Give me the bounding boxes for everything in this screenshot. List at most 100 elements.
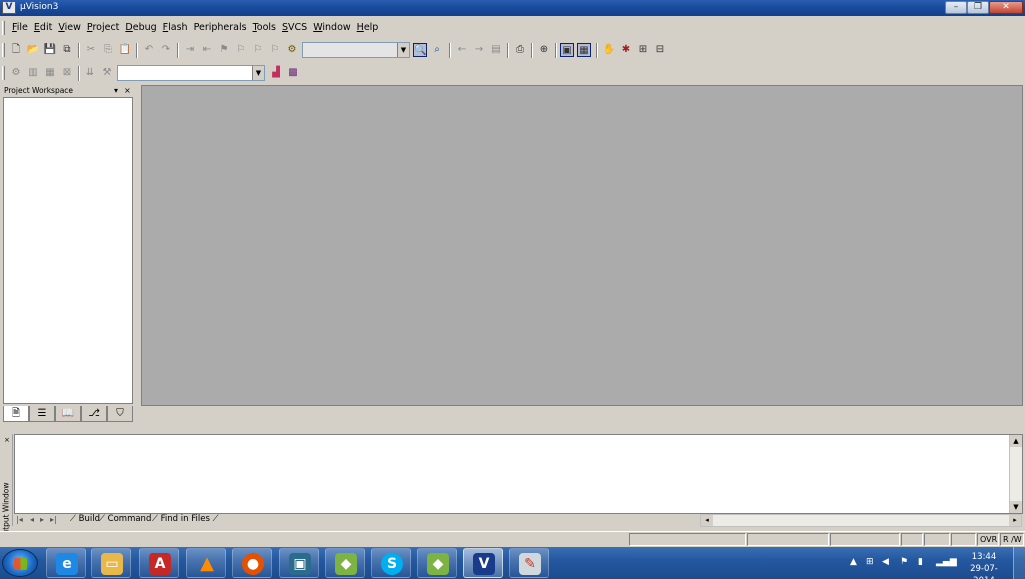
close-button[interactable]: ✕: [989, 1, 1023, 14]
taskbar-firefox[interactable]: ●: [232, 548, 272, 578]
translate-icon[interactable]: ⚙: [9, 66, 23, 80]
bookmark-next-icon[interactable]: ⚐: [251, 43, 265, 57]
taskbar-ie[interactable]: e: [46, 548, 86, 578]
title-bar[interactable]: V µVision3 – ❐ ✕: [0, 0, 1025, 16]
volume-icon[interactable]: ◀: [882, 557, 889, 567]
hand-icon[interactable]: ✋: [602, 43, 616, 57]
clock[interactable]: 13:44 29-07-2014: [960, 551, 1008, 579]
taskbar-bluestacks[interactable]: ◆: [325, 548, 365, 578]
tab-next-icon[interactable]: ▸: [40, 515, 44, 524]
menu-debug[interactable]: Debug: [122, 22, 159, 33]
forward-icon[interactable]: →: [472, 43, 486, 57]
output-pane[interactable]: ▲ ▼: [14, 434, 1023, 514]
components-icon[interactable]: ▟: [269, 66, 283, 80]
taskbar-explorer[interactable]: ▭: [91, 548, 131, 578]
save-icon[interactable]: 💾: [43, 43, 57, 57]
taskbar-skype[interactable]: S: [371, 548, 411, 578]
browse-icon[interactable]: ▤: [489, 43, 503, 57]
scroll-left-icon[interactable]: ◂: [701, 515, 713, 526]
cut-icon[interactable]: ✂: [84, 43, 98, 57]
zoom-icon[interactable]: ⊕: [537, 43, 551, 57]
taskbar-cpu-app[interactable]: ▣: [279, 548, 319, 578]
find-in-files-icon[interactable]: ⚙: [285, 43, 299, 57]
menu-help[interactable]: Help: [354, 22, 382, 33]
file-extensions-icon[interactable]: ▩: [286, 66, 300, 80]
tab-first-icon[interactable]: |◂: [16, 515, 23, 524]
copy-icon[interactable]: ⎘: [101, 43, 115, 57]
tab-command[interactable]: ⟋ Command: [99, 514, 151, 524]
taskbar-paint[interactable]: ✎: [509, 548, 549, 578]
taskbar-bluestacks-2[interactable]: ◆: [417, 548, 457, 578]
back-icon[interactable]: ←: [455, 43, 469, 57]
scroll-right-icon[interactable]: ▸: [1009, 515, 1021, 526]
start-button[interactable]: [2, 549, 38, 577]
files-tab-icon[interactable]: 🗎: [3, 406, 29, 422]
flag-icon[interactable]: ⚑: [900, 557, 908, 567]
bookmark-toggle-icon[interactable]: ⚑: [217, 43, 231, 57]
tray-expand-icon[interactable]: ▲: [850, 557, 857, 567]
new-file-icon[interactable]: 🗋: [9, 43, 23, 57]
tab-build[interactable]: ⟋ Build: [70, 514, 100, 524]
save-all-icon[interactable]: ⧉: [60, 43, 74, 57]
unindent-icon[interactable]: ⇤: [200, 43, 214, 57]
scroll-down-icon[interactable]: ▼: [1010, 501, 1022, 513]
download-icon[interactable]: ⇊: [83, 66, 97, 80]
taskbar-vlc[interactable]: ▲: [186, 548, 226, 578]
find-combo[interactable]: ▼: [302, 42, 410, 58]
scroll-up-icon[interactable]: ▲: [1010, 435, 1022, 447]
output-close-icon[interactable]: ×: [4, 436, 10, 444]
menu-window[interactable]: Window: [310, 22, 353, 33]
signal-icon[interactable]: ▂▄▆: [936, 557, 957, 567]
tab-find-in-files[interactable]: ⟋ Find in Files ⟋: [152, 514, 219, 524]
tray-network-app-icon[interactable]: ⊞: [866, 557, 874, 567]
tab-prev-icon[interactable]: ◂: [30, 515, 34, 524]
output-vertical-scrollbar[interactable]: ▲ ▼: [1009, 435, 1022, 513]
workspace-close-button[interactable]: ×: [124, 85, 131, 96]
tab-last-icon[interactable]: ▸|: [50, 515, 57, 524]
chevron-down-icon[interactable]: ▼: [397, 43, 409, 57]
target-options-icon[interactable]: ⚒: [100, 66, 114, 80]
window-layout-icon[interactable]: ⊟: [653, 43, 667, 57]
bookmark-prev-icon[interactable]: ⚐: [234, 43, 248, 57]
templates-tab-icon[interactable]: ⛉: [107, 406, 133, 422]
output-toggle-icon[interactable]: ▦: [577, 43, 591, 57]
find-icon[interactable]: 🔍: [413, 43, 427, 57]
menu-project[interactable]: Project: [84, 22, 123, 33]
menu-peripherals[interactable]: Peripherals: [191, 22, 250, 33]
workspace-pin-button[interactable]: ▾: [114, 85, 118, 96]
menu-file[interactable]: File: [9, 22, 31, 33]
menu-view[interactable]: View: [55, 22, 84, 33]
taskbar-uvision[interactable]: V: [463, 548, 503, 578]
build-target-icon[interactable]: ▥: [26, 66, 40, 80]
menu-tools[interactable]: Tools: [250, 22, 279, 33]
toolbar-grip[interactable]: [2, 43, 5, 57]
output-horizontal-scrollbar[interactable]: ◂ ▸: [700, 514, 1022, 527]
insert-breakpoint-icon[interactable]: ✱: [619, 43, 633, 57]
bookmark-clear-icon[interactable]: ⚐: [268, 43, 282, 57]
taskbar-acrobat[interactable]: A: [139, 548, 179, 578]
undo-icon[interactable]: ↶: [142, 43, 156, 57]
rebuild-all-icon[interactable]: ▦: [43, 66, 57, 80]
project-tree[interactable]: [3, 97, 133, 404]
stop-build-icon[interactable]: ⊠: [60, 66, 74, 80]
menu-svcs[interactable]: SVCS: [279, 22, 310, 33]
minimize-button[interactable]: –: [945, 1, 967, 14]
menu-grip[interactable]: [2, 21, 5, 35]
chevron-down-icon[interactable]: ▼: [252, 66, 264, 80]
redo-icon[interactable]: ↷: [159, 43, 173, 57]
workspace-toggle-icon[interactable]: ▣: [560, 43, 574, 57]
menu-flash[interactable]: Flash: [160, 22, 191, 33]
regs-tab-icon[interactable]: ☰: [29, 406, 55, 422]
maximize-button[interactable]: ❐: [967, 1, 989, 14]
app-icon[interactable]: V: [2, 1, 16, 14]
open-file-icon[interactable]: 📂: [26, 43, 40, 57]
indent-icon[interactable]: ⇥: [183, 43, 197, 57]
show-desktop-button[interactable]: [1013, 547, 1025, 579]
toolbar-grip[interactable]: [2, 66, 5, 80]
paste-icon[interactable]: 📋: [118, 43, 132, 57]
mdi-client-area[interactable]: [141, 85, 1023, 406]
print-icon[interactable]: ⎙: [513, 43, 527, 57]
incremental-find-icon[interactable]: ⌕: [430, 43, 444, 57]
battery-icon[interactable]: ▮: [918, 557, 923, 567]
functions-tab-icon[interactable]: ⎇: [81, 406, 107, 422]
